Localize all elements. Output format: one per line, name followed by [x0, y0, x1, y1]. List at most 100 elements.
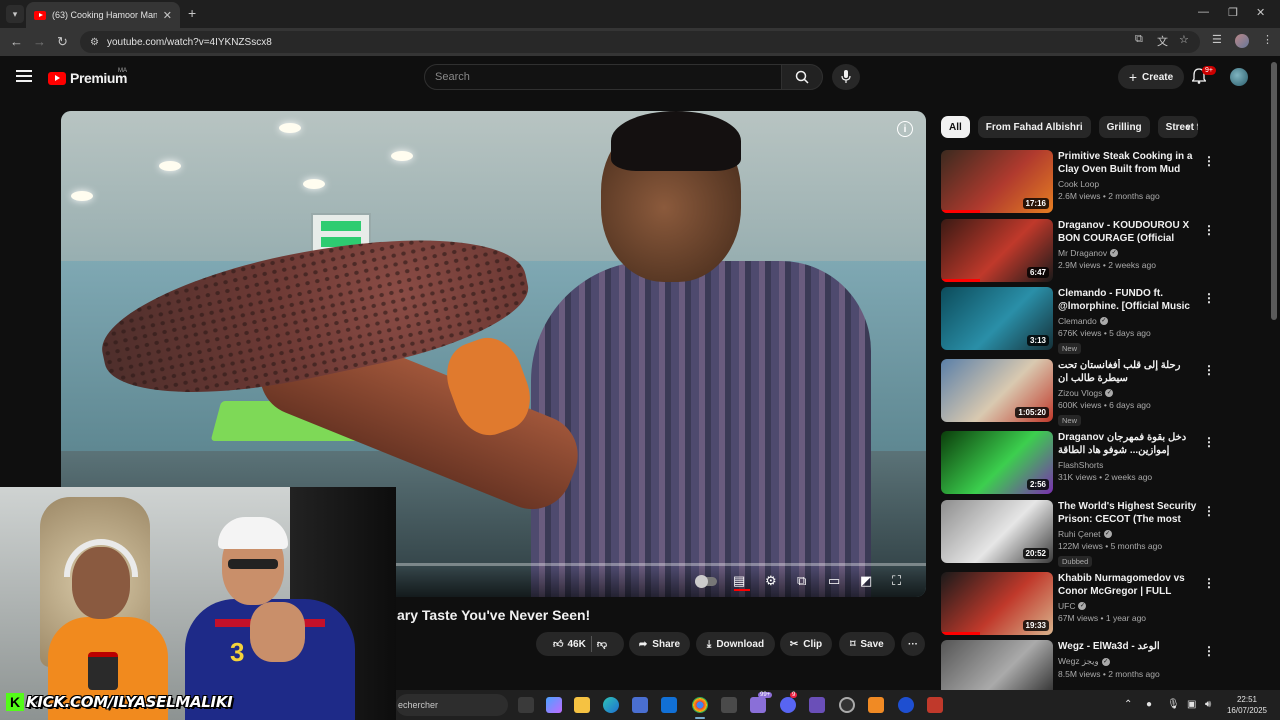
video-info-icon[interactable]: i: [897, 121, 913, 137]
recommendation-item[interactable]: 2:56 Draganov دخل بقوة فمهرجان إموازين...…: [941, 431, 1266, 499]
tab-search-icon[interactable]: ▾: [6, 5, 24, 23]
recommendation-item[interactable]: 3:13 Clemando - FUNDO ft. @lmorphine. [Of…: [941, 287, 1266, 355]
like-button[interactable]: 👍︎ 46K: [553, 638, 586, 651]
site-info-icon[interactable]: ⚙: [90, 37, 99, 48]
share-button[interactable]: ➦ Share: [629, 632, 690, 656]
microphone-tray-icon[interactable]: 🎙︎: [1167, 699, 1180, 710]
video-thumbnail[interactable]: 6:47: [941, 219, 1053, 282]
copilot-icon[interactable]: [546, 697, 562, 713]
video-thumbnail[interactable]: 1:05:20: [941, 359, 1053, 422]
fullscreen-icon[interactable]: ⛶: [892, 573, 901, 589]
chips-next-chevron-icon[interactable]: ›: [1186, 120, 1190, 134]
restore-icon[interactable]: ❐: [1228, 6, 1238, 19]
recommendation-title[interactable]: Draganov دخل بقوة فمهرجان إموازين... شوف…: [1058, 431, 1198, 457]
video-thumbnail[interactable]: 17:16: [941, 150, 1053, 213]
microsoft-store-icon[interactable]: [632, 697, 648, 713]
more-vertical-icon[interactable]: ⋮: [1203, 154, 1215, 168]
voice-search-button[interactable]: [832, 64, 860, 90]
more-actions-button[interactable]: ···: [901, 632, 925, 656]
tab-close-icon[interactable]: ✕: [163, 9, 172, 22]
cast-to-tv-icon[interactable]: ◩: [860, 573, 872, 589]
tray-overflow-chevron-icon[interactable]: ⌃: [1124, 699, 1132, 710]
create-button[interactable]: + Create: [1118, 65, 1184, 89]
obs-icon[interactable]: [839, 697, 855, 713]
chrome-icon[interactable]: [692, 697, 708, 713]
more-vertical-icon[interactable]: ⋮: [1203, 576, 1215, 590]
download-button[interactable]: ⤓ Download: [696, 632, 775, 656]
video-thumbnail[interactable]: 2:56: [941, 431, 1053, 494]
subtitles-icon[interactable]: ▤: [733, 573, 745, 589]
channel-name[interactable]: Zizou Vlogs: [1058, 388, 1102, 398]
channel-name[interactable]: Clemando: [1058, 316, 1097, 326]
more-vertical-icon[interactable]: ⋮: [1203, 644, 1215, 658]
volume-icon[interactable]: 🔊︎: [1205, 699, 1211, 710]
chip-grilling[interactable]: Grilling: [1098, 116, 1150, 138]
save-button[interactable]: ⌑ Save: [839, 632, 895, 656]
sync-app-icon[interactable]: [898, 697, 914, 713]
channel-name[interactable]: FlashShorts: [1058, 460, 1103, 470]
video-thumbnail[interactable]: 20:52: [941, 500, 1053, 563]
recommendation-item[interactable]: 19:33 Khabib Nurmagomedov vs Conor McGreg…: [941, 572, 1266, 640]
forward-icon[interactable]: →: [33, 34, 46, 49]
channel-name[interactable]: Wegz ويجز: [1058, 656, 1099, 667]
miniplayer-icon[interactable]: ⧉: [797, 573, 806, 589]
channel-name[interactable]: Mr Draganov: [1058, 248, 1107, 258]
video-thumbnail[interactable]: 3:13: [941, 287, 1053, 350]
chip-from-fahad-albishri[interactable]: From Fahad Albishri: [977, 116, 1091, 138]
reading-list-icon[interactable]: ☰: [1212, 33, 1222, 46]
outlook-icon[interactable]: [661, 697, 677, 713]
task-view-icon[interactable]: [518, 697, 534, 713]
browser-menu-icon[interactable]: ⋮: [1262, 33, 1273, 46]
cast-icon[interactable]: ⧉: [1135, 33, 1143, 46]
recommendation-item[interactable]: 1:05:20 رحلة إلى قلب أفغانستان تحت سيطرة …: [941, 359, 1266, 427]
minimize-icon[interactable]: —: [1198, 6, 1209, 18]
browser-profile-avatar[interactable]: [1235, 34, 1249, 48]
more-vertical-icon[interactable]: ⋮: [1203, 291, 1215, 305]
recommendation-title[interactable]: The World's Highest Security Prison: CEC…: [1058, 500, 1198, 526]
gamepad-icon[interactable]: [809, 697, 825, 713]
tray-app-icon[interactable]: ●: [1146, 699, 1152, 710]
recommendation-title[interactable]: Primitive Steak Cooking in a Clay Oven B…: [1058, 150, 1198, 176]
more-vertical-icon[interactable]: ⋮: [1203, 435, 1215, 449]
search-input[interactable]: Search: [424, 64, 782, 90]
recommendation-title[interactable]: Clemando - FUNDO ft. @lmorphine. [Offici…: [1058, 287, 1198, 313]
more-vertical-icon[interactable]: ⋮: [1203, 504, 1215, 518]
file-explorer-icon[interactable]: [574, 697, 590, 713]
recommendation-title[interactable]: Khabib Nurmagomedov vs Conor McGregor | …: [1058, 572, 1198, 598]
discord-icon[interactable]: [780, 697, 796, 713]
recommendation-item[interactable]: 17:16 Primitive Steak Cooking in a Clay O…: [941, 150, 1266, 218]
autoplay-toggle[interactable]: [695, 575, 717, 588]
reload-icon[interactable]: ↻: [57, 34, 68, 50]
bookmark-star-icon[interactable]: ☆: [1179, 33, 1189, 46]
theater-mode-icon[interactable]: ▭: [828, 573, 840, 589]
channel-name[interactable]: UFC: [1058, 601, 1075, 611]
window-close-icon[interactable]: ✕: [1256, 6, 1265, 19]
menu-icon[interactable]: [16, 70, 32, 82]
app-notifications-icon[interactable]: [750, 697, 766, 713]
video-thumbnail[interactable]: 19:33: [941, 572, 1053, 635]
recommendation-title[interactable]: Wegz - ElWa3d - الوعد: [1058, 640, 1198, 653]
more-vertical-icon[interactable]: ⋮: [1203, 363, 1215, 377]
clip-button[interactable]: ✂ Clip: [780, 632, 832, 656]
channel-name[interactable]: Cook Loop: [1058, 179, 1099, 189]
photos-app-icon[interactable]: [721, 697, 737, 713]
more-vertical-icon[interactable]: ⋮: [1203, 223, 1215, 237]
recommendation-title[interactable]: رحلة إلى قلب أفغانستان تحت سيطرة طالب ان: [1058, 359, 1198, 385]
edge-browser-icon[interactable]: [603, 697, 619, 713]
search-button[interactable]: [781, 64, 823, 90]
recommendation-item[interactable]: 20:52 The World's Highest Security Prison…: [941, 500, 1266, 568]
channel-name[interactable]: Ruhi Çenet: [1058, 529, 1101, 539]
media-app-icon[interactable]: [868, 697, 884, 713]
recommendation-item[interactable]: 6:47 Draganov - KOUDOUROU X BON COURAGE (…: [941, 219, 1266, 287]
youtube-logo[interactable]: Premium: [48, 70, 128, 86]
back-icon[interactable]: ←: [10, 34, 23, 49]
taskbar-clock[interactable]: 22:51 16/07/2025: [1218, 694, 1276, 716]
new-tab-icon[interactable]: +: [188, 5, 196, 21]
browser-tab-active[interactable]: (63) Cooking Hamoor Mandi w ✕: [26, 2, 180, 28]
network-icon[interactable]: ▣: [1187, 699, 1196, 710]
settings-gear-icon[interactable]: ⚙: [765, 573, 777, 589]
chip-street-food[interactable]: Street fo: [1157, 116, 1198, 138]
translate-icon[interactable]: 文: [1157, 33, 1168, 49]
taskbar-search-input[interactable]: echercher: [396, 694, 508, 716]
chip-all[interactable]: All: [941, 116, 970, 138]
